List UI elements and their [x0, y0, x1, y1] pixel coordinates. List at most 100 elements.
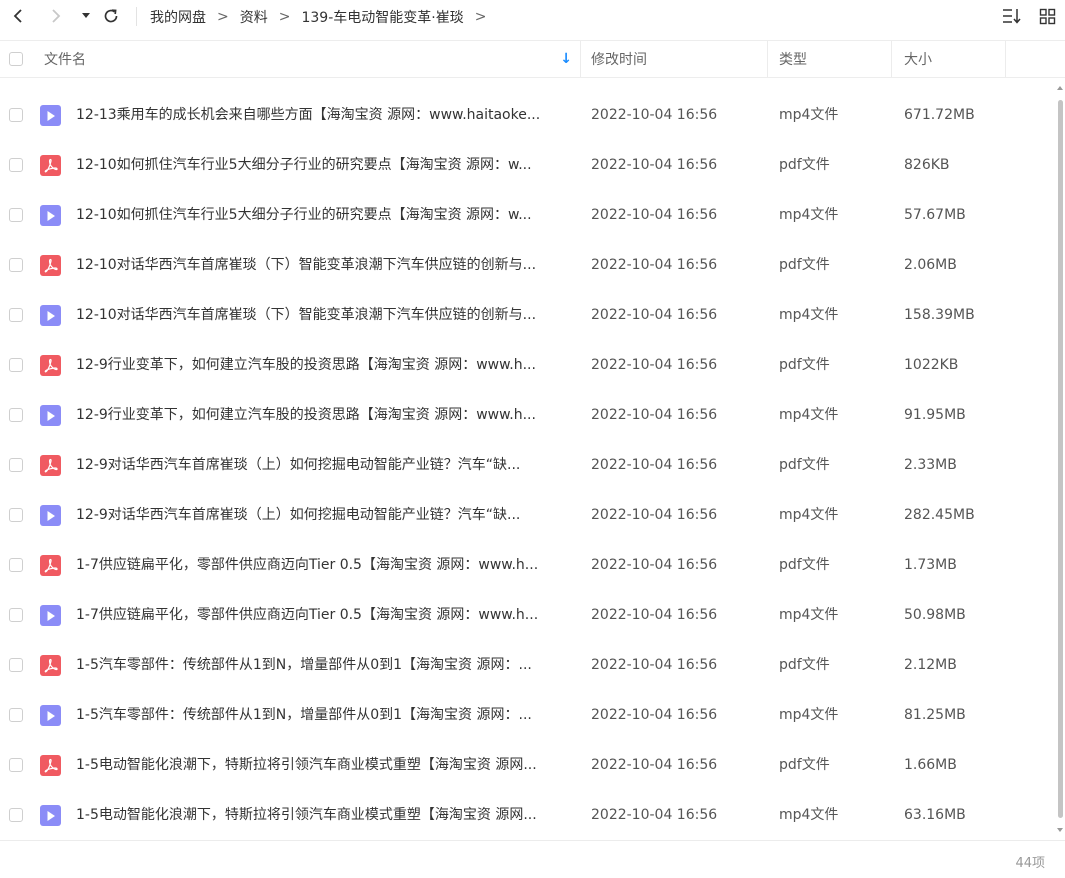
file-type: mp4文件: [779, 307, 839, 323]
file-row[interactable]: 1-7供应链扁平化，零部件供应商迈向Tier 0.5【海淘宝资 源网：www.h…: [0, 540, 1056, 590]
file-name[interactable]: 1-5电动智能化浪潮下，特斯拉将引领汽车商业模式重塑【海淘宝资 源网...: [76, 805, 572, 825]
file-type: mp4文件: [779, 607, 839, 623]
breadcrumb-item-root[interactable]: 我的网盘: [150, 7, 206, 27]
scroll-up-arrow-icon[interactable]: [1057, 86, 1063, 90]
file-size: 81.25MB: [904, 707, 966, 723]
file-row[interactable]: 12-10如何抓住汽车行业5大细分子行业的研究要点【海淘宝资 源网：w... 20…: [0, 190, 1056, 240]
back-button[interactable]: [6, 4, 30, 28]
select-all-checkbox[interactable]: [9, 41, 23, 77]
column-name[interactable]: 文件名 ↓: [44, 41, 574, 77]
file-modified-time: 2022-10-04 16:56: [591, 557, 718, 573]
file-size: 1.73MB: [904, 557, 957, 573]
column-divider[interactable]: [891, 41, 892, 77]
file-name[interactable]: 12-9对话华西汽车首席崔琰（上）如何挖掘电动智能产业链？汽车“缺...: [76, 505, 572, 525]
file-modified-time: 2022-10-04 16:56: [591, 807, 718, 823]
pdf-file-icon: [40, 655, 61, 676]
file-type: mp4文件: [779, 707, 839, 723]
file-type: pdf文件: [779, 357, 830, 373]
column-divider[interactable]: [1005, 41, 1006, 77]
file-row[interactable]: 12-10对话华西汽车首席崔琰（下）智能变革浪潮下汽车供应链的创新与... 202…: [0, 240, 1056, 290]
grid-view-button[interactable]: [1036, 4, 1058, 28]
refresh-icon: [104, 9, 118, 23]
file-name[interactable]: 12-9行业变革下，如何建立汽车股的投资思路【海淘宝资 源网：www.h...: [76, 405, 572, 425]
file-name[interactable]: 12-13乘用车的成长机会来自哪些方面【海淘宝资 源网：www.haitaoke…: [76, 105, 572, 125]
file-row[interactable]: 12-10如何抓住汽车行业5大细分子行业的研究要点【海淘宝资 源网：w... 20…: [0, 140, 1056, 190]
row-checkbox[interactable]: [9, 508, 23, 522]
row-checkbox[interactable]: [9, 208, 23, 222]
row-checkbox[interactable]: [9, 708, 23, 722]
pdf-acrobat-icon: [44, 558, 58, 573]
file-modified-time: 2022-10-04 16:56: [591, 507, 718, 523]
file-modified-time: 2022-10-04 16:56: [591, 357, 718, 373]
history-dropdown-button[interactable]: [78, 4, 94, 28]
file-size: 57.67MB: [904, 207, 966, 223]
file-name[interactable]: 1-5汽车零部件：传统部件从1到N，增量部件从0到1【海淘宝资 源网：...: [76, 705, 572, 725]
file-row[interactable]: 1-5电动智能化浪潮下，特斯拉将引领汽车商业模式重塑【海淘宝资 源网... 202…: [0, 740, 1056, 790]
file-modified-time: 2022-10-04 16:56: [591, 407, 718, 423]
row-checkbox[interactable]: [9, 558, 23, 572]
row-checkbox[interactable]: [9, 458, 23, 472]
breadcrumb-item-materials[interactable]: 资料: [240, 7, 268, 27]
file-row[interactable]: 12-9行业变革下，如何建立汽车股的投资思路【海淘宝资 源网：www.h... 2…: [0, 390, 1056, 440]
pdf-acrobat-icon: [44, 158, 58, 173]
scrollbar-thumb[interactable]: [1058, 100, 1063, 818]
file-row[interactable]: 1-7供应链扁平化，零部件供应商迈向Tier 0.5【海淘宝资 源网：www.h…: [0, 590, 1056, 640]
row-checkbox[interactable]: [9, 108, 23, 122]
mp4-file-icon: [40, 405, 61, 426]
video-play-icon: [47, 310, 55, 321]
file-row[interactable]: 12-10对话华西汽车首席崔琰（下）智能变革浪潮下汽车供应链的创新与... 202…: [0, 290, 1056, 340]
file-modified-time: 2022-10-04 16:56: [591, 657, 718, 673]
sort-button[interactable]: [1000, 4, 1024, 28]
vertical-scrollbar[interactable]: [1056, 82, 1065, 834]
column-divider[interactable]: [580, 41, 581, 77]
row-checkbox[interactable]: [9, 258, 23, 272]
column-size-label: 大小: [904, 52, 932, 68]
breadcrumb-separator: >: [278, 9, 291, 25]
file-name[interactable]: 1-7供应链扁平化，零部件供应商迈向Tier 0.5【海淘宝资 源网：www.h…: [76, 605, 572, 625]
file-type: pdf文件: [779, 557, 830, 573]
file-name[interactable]: 12-9对话华西汽车首席崔琰（上）如何挖掘电动智能产业链？汽车“缺...: [76, 455, 572, 475]
row-checkbox[interactable]: [9, 358, 23, 372]
file-name[interactable]: 12-10对话华西汽车首席崔琰（下）智能变革浪潮下汽车供应链的创新与...: [76, 305, 572, 325]
file-type: pdf文件: [779, 657, 830, 673]
row-checkbox[interactable]: [9, 408, 23, 422]
file-row[interactable]: 1-5汽车零部件：传统部件从1到N，增量部件从0到1【海淘宝资 源网：... 20…: [0, 640, 1056, 690]
scroll-down-arrow-icon[interactable]: [1057, 828, 1063, 832]
row-checkbox[interactable]: [9, 308, 23, 322]
file-row[interactable]: 12-9行业变革下，如何建立汽车股的投资思路【海淘宝资 源网：www.h... 2…: [0, 340, 1056, 390]
file-modified-time: 2022-10-04 16:56: [591, 607, 718, 623]
file-row[interactable]: 12-13乘用车的成长机会来自哪些方面【海淘宝资 源网：www.haitaoke…: [0, 90, 1056, 140]
column-type[interactable]: 类型: [779, 41, 807, 77]
file-name[interactable]: 1-5汽车零部件：传统部件从1到N，增量部件从0到1【海淘宝资 源网：...: [76, 655, 572, 675]
file-name[interactable]: 1-7供应链扁平化，零部件供应商迈向Tier 0.5【海淘宝资 源网：www.h…: [76, 555, 572, 575]
file-name[interactable]: 12-9行业变革下，如何建立汽车股的投资思路【海淘宝资 源网：www.h...: [76, 355, 572, 375]
file-name[interactable]: 1-5电动智能化浪潮下，特斯拉将引领汽车商业模式重塑【海淘宝资 源网...: [76, 755, 572, 775]
file-name[interactable]: 12-10如何抓住汽车行业5大细分子行业的研究要点【海淘宝资 源网：w...: [76, 205, 572, 225]
row-checkbox[interactable]: [9, 658, 23, 672]
toolbar: 我的网盘 > 资料 > 139-车电动智能变革·崔琰 >: [0, 0, 1065, 34]
file-size: 2.33MB: [904, 457, 957, 473]
column-size[interactable]: 大小: [904, 41, 932, 77]
forward-button[interactable]: [44, 4, 68, 28]
file-row[interactable]: 12-9对话华西汽车首席崔琰（上）如何挖掘电动智能产业链？汽车“缺... 2022…: [0, 490, 1056, 540]
row-checkbox[interactable]: [9, 808, 23, 822]
file-type: mp4文件: [779, 507, 839, 523]
column-divider[interactable]: [767, 41, 768, 77]
file-row[interactable]: 12-9对话华西汽车首席崔琰（上）如何挖掘电动智能产业链？汽车“缺... 2022…: [0, 440, 1056, 490]
file-row[interactable]: 1-5汽车零部件：传统部件从1到N，增量部件从0到1【海淘宝资 源网：... 20…: [0, 690, 1056, 740]
refresh-button[interactable]: [100, 4, 122, 28]
breadcrumb-item-current[interactable]: 139-车电动智能变革·崔琰: [301, 7, 463, 27]
breadcrumb: 我的网盘 > 资料 > 139-车电动智能变革·崔琰 >: [150, 6, 497, 28]
file-type: pdf文件: [779, 157, 830, 173]
video-play-icon: [47, 210, 55, 221]
row-checkbox[interactable]: [9, 758, 23, 772]
video-play-icon: [47, 410, 55, 421]
video-play-icon: [47, 810, 55, 821]
row-checkbox[interactable]: [9, 608, 23, 622]
file-name[interactable]: 12-10对话华西汽车首席崔琰（下）智能变革浪潮下汽车供应链的创新与...: [76, 255, 572, 275]
column-type-label: 类型: [779, 52, 807, 68]
file-row[interactable]: 1-5电动智能化浪潮下，特斯拉将引领汽车商业模式重塑【海淘宝资 源网... 202…: [0, 790, 1056, 840]
file-name[interactable]: 12-10如何抓住汽车行业5大细分子行业的研究要点【海淘宝资 源网：w...: [76, 155, 572, 175]
row-checkbox[interactable]: [9, 158, 23, 172]
column-modified[interactable]: 修改时间: [591, 41, 647, 77]
